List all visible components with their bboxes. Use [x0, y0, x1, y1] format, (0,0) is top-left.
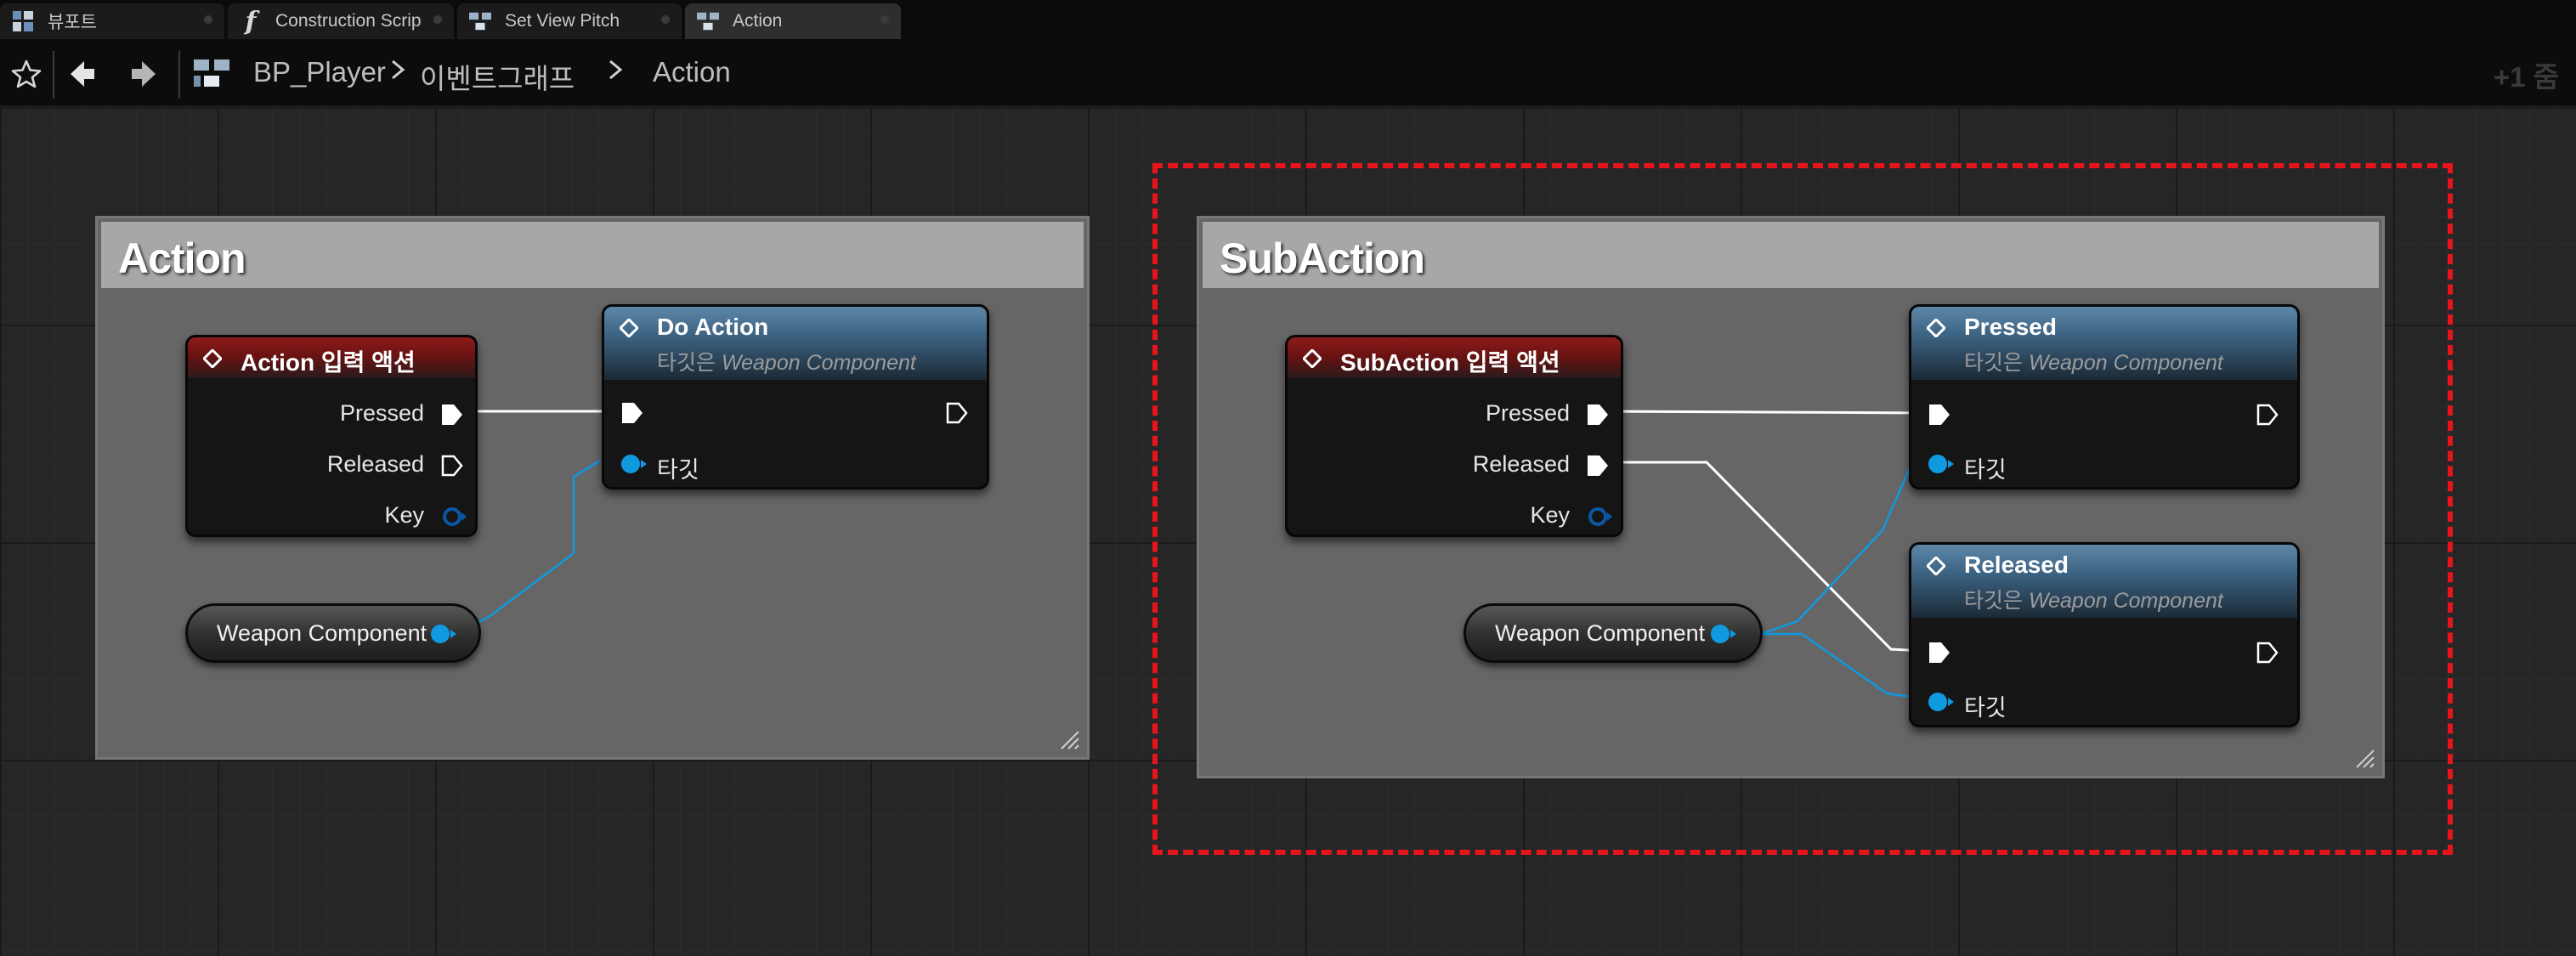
node-subtitle: 타깃은 Weapon Component	[657, 346, 916, 376]
tab-label: Construction Scrip	[275, 11, 422, 31]
tab-label: Set View Pitch	[505, 11, 620, 31]
struct-pin-icon[interactable]	[439, 504, 468, 529]
object-pin-icon[interactable]	[429, 621, 458, 647]
close-icon[interactable]	[433, 15, 442, 24]
tab-set-view-pitch[interactable]: Set View Pitch	[457, 3, 682, 39]
viewport-icon	[12, 10, 34, 32]
highlight-selection-box	[1152, 163, 2453, 855]
graph-toolbar: BP_Player 이벤트그래프 Action +1 줌	[0, 42, 2576, 107]
graph-canvas[interactable]: Action SubAction Action 입력 액션 Pressed Re…	[0, 107, 2576, 956]
tab-construction-script[interactable]: f Construction Scrip	[228, 3, 454, 39]
document-tab-bar: 뷰포트 f Construction Scrip Set View Pitch …	[0, 0, 2576, 42]
toolbar-divider	[53, 51, 54, 99]
pin-label: Key	[384, 502, 424, 528]
resize-handle-icon[interactable]	[1058, 728, 1080, 750]
comment-title: Action	[118, 235, 246, 282]
pin-label: 타깃	[657, 457, 699, 483]
tab-label: 뷰포트	[48, 13, 97, 32]
exec-out-pin-icon[interactable]	[944, 400, 970, 426]
graph-icon	[697, 10, 719, 32]
forward-arrow-icon[interactable]	[126, 56, 161, 92]
breadcrumb-event-graph[interactable]: 이벤트그래프	[420, 56, 575, 97]
breadcrumb-blueprint[interactable]: BP_Player	[253, 56, 386, 88]
breadcrumb-current-graph: Action	[653, 56, 731, 88]
tab-label: Action	[733, 11, 783, 31]
star-icon[interactable]	[8, 56, 44, 92]
weapon-component-variable-node[interactable]: Weapon Component	[185, 603, 481, 663]
pin-label: Released	[326, 451, 424, 477]
node-title: Action 입력 액션	[241, 349, 416, 376]
blueprint-icon	[194, 59, 231, 88]
function-icon: f	[245, 6, 257, 37]
subtitle-prefix: 타깃은	[657, 351, 716, 375]
tab-viewport[interactable]: 뷰포트	[0, 3, 224, 39]
subtitle-target: Weapon Component	[721, 351, 916, 375]
variable-label: Weapon Component	[217, 620, 427, 646]
do-action-function-node[interactable]: Do Action 타깃은 Weapon Component 타깃	[602, 304, 989, 489]
chevron-right-icon	[607, 54, 624, 92]
exec-out-pin-icon[interactable]	[439, 402, 465, 427]
exec-in-pin-icon[interactable]	[620, 400, 645, 426]
graph-icon	[469, 10, 491, 32]
close-icon[interactable]	[661, 15, 670, 24]
zoom-level: +1 줌	[2493, 61, 2559, 93]
close-icon[interactable]	[204, 15, 212, 24]
function-diamond-icon	[620, 319, 638, 337]
tab-action[interactable]: Action	[685, 3, 901, 39]
input-action-event-node[interactable]: Action 입력 액션 Pressed Released Key	[185, 335, 478, 537]
node-title: Do Action	[657, 314, 769, 340]
toolbar-divider	[178, 51, 180, 99]
comment-header[interactable]: Action	[101, 222, 1084, 288]
chevron-right-icon	[389, 54, 406, 92]
object-pin-icon[interactable]	[620, 451, 648, 477]
close-icon[interactable]	[880, 15, 889, 24]
exec-out-pin-icon[interactable]	[439, 453, 465, 478]
back-arrow-icon[interactable]	[65, 56, 100, 92]
event-diamond-icon	[203, 349, 222, 368]
pin-label: Pressed	[339, 400, 424, 426]
